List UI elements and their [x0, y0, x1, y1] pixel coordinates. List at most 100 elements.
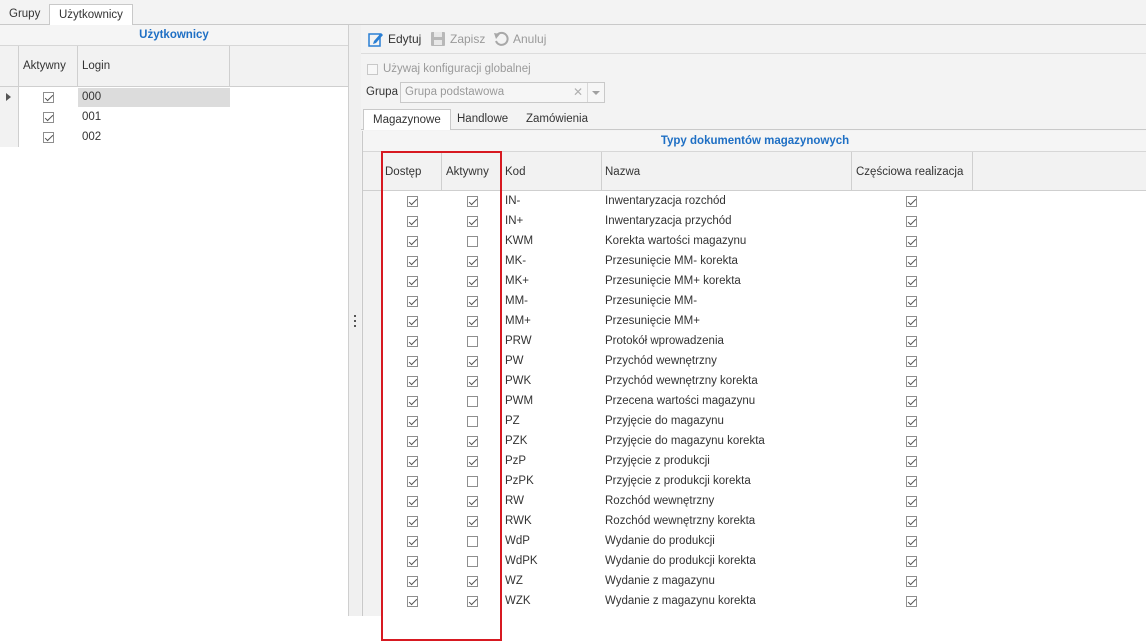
doc-code: WZ	[505, 575, 523, 587]
doc-code: WdPK	[505, 555, 538, 567]
users-panel: Użytkownicy Aktywny Login 000 001 002	[0, 25, 349, 616]
edit-button-label: Edytuj	[388, 32, 422, 46]
doc-code: PWK	[505, 375, 532, 387]
partial-realization-checkbox[interactable]	[906, 576, 917, 587]
partial-realization-checkbox[interactable]	[906, 336, 917, 347]
partial-realization-checkbox[interactable]	[906, 356, 917, 367]
partial-realization-checkbox[interactable]	[906, 476, 917, 487]
doc-name: Przesunięcie MM+	[605, 315, 700, 327]
doc-name: Rozchód wewnętrzny	[605, 495, 715, 507]
doc-name: Przesunięcie MM- korekta	[605, 255, 738, 267]
caret-right-icon	[6, 93, 11, 101]
doc-code: PW	[505, 355, 524, 367]
tab-users[interactable]: Użytkownicy	[49, 4, 133, 25]
doc-code: PWM	[505, 395, 534, 407]
doc-code: PRW	[505, 335, 532, 347]
column-header-login[interactable]: Login	[82, 60, 110, 72]
user-active-checkbox[interactable]	[43, 92, 54, 103]
doc-name: Inwentaryzacja rozchód	[605, 195, 726, 207]
partial-realization-checkbox[interactable]	[906, 556, 917, 567]
doc-code: WdP	[505, 535, 530, 547]
partial-realization-checkbox[interactable]	[906, 256, 917, 267]
doc-name: Przyjęcie z produkcji	[605, 455, 710, 467]
partial-realization-checkbox[interactable]	[906, 216, 917, 227]
group-select-value: Grupa podstawowa	[405, 86, 505, 98]
column-header-name[interactable]: Nazwa	[605, 166, 640, 178]
column-header-active[interactable]: Aktywny	[23, 60, 66, 72]
user-active-checkbox[interactable]	[43, 132, 54, 143]
doc-name: Protokół wprowadzenia	[605, 335, 724, 347]
group-select[interactable]: Grupa podstawowa ✕	[400, 82, 605, 103]
partial-realization-checkbox[interactable]	[906, 436, 917, 447]
doc-name: Wydanie do produkcji	[605, 535, 715, 547]
user-login[interactable]: 000	[82, 91, 101, 103]
doc-code: MK+	[505, 275, 529, 287]
doc-name: Wydanie z magazynu korekta	[605, 595, 756, 607]
chevron-down-icon[interactable]	[592, 91, 600, 96]
highlight-box	[381, 151, 502, 641]
user-login[interactable]: 001	[82, 111, 101, 123]
group-label: Grupa	[366, 86, 398, 98]
doc-name: Inwentaryzacja przychód	[605, 215, 732, 227]
doc-code: PZ	[505, 415, 520, 427]
doc-name: Przyjęcie z produkcji korekta	[605, 475, 751, 487]
doc-code: IN+	[505, 215, 524, 227]
partial-realization-checkbox[interactable]	[906, 516, 917, 527]
users-panel-title: Użytkownicy	[0, 25, 348, 46]
doc-code: IN-	[505, 195, 521, 207]
partial-realization-checkbox[interactable]	[906, 456, 917, 467]
doc-name: Przychód wewnętrzny korekta	[605, 375, 758, 387]
doc-code: MM+	[505, 315, 531, 327]
clear-x-icon[interactable]: ✕	[573, 85, 583, 99]
users-grid-header: Aktywny Login	[0, 46, 348, 87]
doc-code: WZK	[505, 595, 531, 607]
doc-name: Przychód wewnętrzny	[605, 355, 717, 367]
partial-realization-checkbox[interactable]	[906, 536, 917, 547]
partial-realization-checkbox[interactable]	[906, 296, 917, 307]
floppy-disk-icon	[431, 32, 445, 46]
partial-realization-checkbox[interactable]	[906, 376, 917, 387]
doc-row-indicator-column	[363, 191, 382, 616]
edit-icon	[368, 33, 383, 47]
doc-name: Korekta wartości magazynu	[605, 235, 747, 247]
user-login[interactable]: 002	[82, 131, 101, 143]
column-header-code[interactable]: Kod	[505, 166, 525, 178]
row-indicator-column	[0, 87, 19, 147]
global-config-label: Używaj konfiguracji globalnej	[383, 63, 531, 75]
doc-name: Przyjęcie do magazynu korekta	[605, 435, 765, 447]
doc-code: RWK	[505, 515, 532, 527]
partial-realization-checkbox[interactable]	[906, 396, 917, 407]
tab-orders[interactable]: Zamówienia	[517, 109, 597, 130]
partial-realization-checkbox[interactable]	[906, 276, 917, 287]
undo-icon	[494, 31, 509, 46]
doc-code: PzP	[505, 455, 527, 467]
partial-realization-checkbox[interactable]	[906, 596, 917, 607]
panel-splitter[interactable]	[349, 25, 361, 616]
tab-groups[interactable]: Grupy	[0, 4, 49, 24]
partial-realization-checkbox[interactable]	[906, 196, 917, 207]
global-config-checkbox-box[interactable]	[367, 64, 378, 75]
partial-realization-checkbox[interactable]	[906, 496, 917, 507]
partial-realization-checkbox[interactable]	[906, 416, 917, 427]
cancel-button-label: Anuluj	[513, 32, 547, 46]
save-button-label: Zapisz	[450, 32, 486, 46]
partial-realization-checkbox[interactable]	[906, 316, 917, 327]
doc-name: Wydanie z magazynu	[605, 575, 715, 587]
doc-name: Przesunięcie MM-	[605, 295, 698, 307]
tab-trade-docs[interactable]: Handlowe	[448, 109, 517, 130]
column-header-partial[interactable]: Częściowa realizacja	[856, 166, 963, 178]
doc-name: Rozchód wewnętrzny korekta	[605, 515, 756, 527]
doc-name: Przesunięcie MM+ korekta	[605, 275, 741, 287]
doc-code: PZK	[505, 435, 528, 447]
doc-name: Wydanie do produkcji korekta	[605, 555, 756, 567]
partial-realization-checkbox[interactable]	[906, 236, 917, 247]
tab-warehouse-docs[interactable]: Magazynowe	[363, 109, 451, 130]
doc-code: MK-	[505, 255, 527, 267]
doc-code: KWM	[505, 235, 534, 247]
user-active-checkbox[interactable]	[43, 112, 54, 123]
doc-code: PzPK	[505, 475, 534, 487]
top-tab-strip: Grupy Użytkownicy	[0, 0, 1146, 25]
doc-name: Przyjęcie do magazynu	[605, 415, 724, 427]
doc-code: RW	[505, 495, 524, 507]
permissions-panel: Edytuj Zapisz Anuluj Używaj konfiguracji…	[361, 25, 1146, 641]
